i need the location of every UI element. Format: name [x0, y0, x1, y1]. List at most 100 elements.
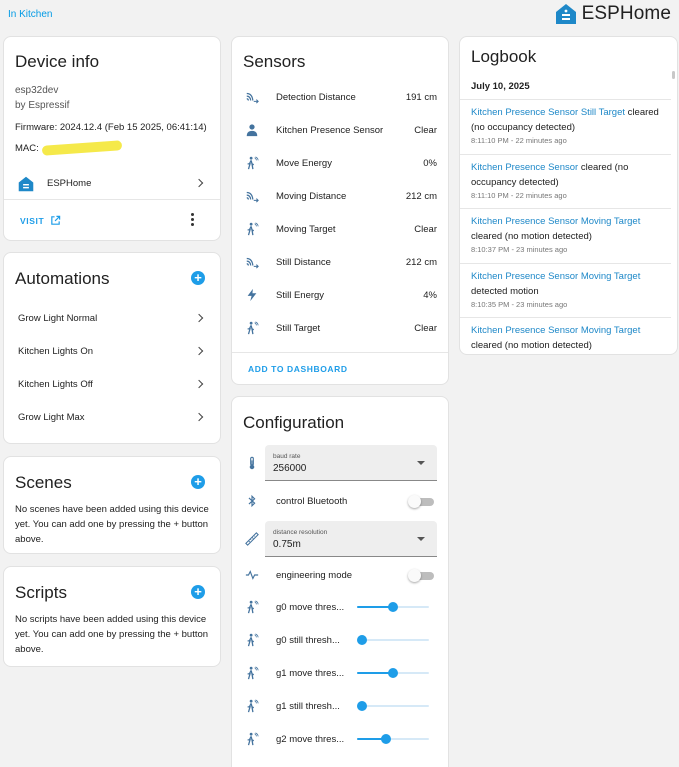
sensor-name: Still Distance: [276, 257, 331, 268]
engineering-mode-toggle[interactable]: [408, 569, 434, 582]
walking-motion-icon: [247, 321, 259, 335]
logbook-time: 8:10:37 PM - 23 minutes ago: [471, 245, 568, 254]
logbook-entity-link[interactable]: Kitchen Presence Sensor Moving Target: [471, 325, 640, 336]
sensor-value: 212 cm: [405, 257, 437, 268]
slider-thumb[interactable]: [380, 734, 391, 744]
distance-resolution-select[interactable]: distance resolution 0.75m: [265, 521, 437, 557]
automation-item[interactable]: Kitchen Lights On: [4, 339, 220, 363]
add-script-button[interactable]: +: [191, 585, 205, 599]
logbook-entry: Kitchen Presence Sensor Still Target cle…: [460, 99, 671, 153]
sensor-row-kitchen-presence[interactable]: Kitchen Presence Sensor Clear: [232, 114, 448, 147]
sensors-title: Sensors: [243, 52, 306, 71]
threshold-slider[interactable]: [357, 633, 429, 647]
threshold-slider[interactable]: [357, 666, 429, 680]
sensor-row-still-distance[interactable]: Still Distance 212 cm: [232, 246, 448, 279]
sensor-value: Clear: [414, 323, 437, 334]
threshold-label: g1 move thres...: [276, 668, 345, 679]
breadcrumb-area-link[interactable]: In Kitchen: [8, 9, 52, 20]
sensor-name: Still Target: [276, 323, 321, 334]
sensor-row-still-target[interactable]: Still Target Clear: [232, 312, 448, 345]
slider-thumb[interactable]: [388, 668, 398, 678]
logbook-entry: Kitchen Presence Sensor Moving Target cl…: [460, 317, 671, 354]
sensor-row-moving-distance[interactable]: Moving Distance 212 cm: [232, 180, 448, 213]
automation-item[interactable]: Grow Light Normal: [4, 306, 220, 330]
logbook-message: Kitchen Presence Sensor cleared (no occu…: [471, 161, 663, 201]
select-value: 0.75m: [273, 539, 301, 550]
walking-motion-icon: [247, 156, 259, 170]
threshold-slider[interactable]: [357, 732, 429, 746]
signal-distance-icon: [246, 191, 259, 203]
walking-motion-icon: [247, 222, 259, 236]
logbook-entry: Kitchen Presence Sensor Moving Target cl…: [460, 208, 671, 262]
logbook-message: Kitchen Presence Sensor Moving Target de…: [471, 270, 663, 310]
add-automation-button[interactable]: +: [191, 271, 205, 285]
sensor-name: Moving Distance: [276, 191, 347, 202]
sensor-name: Still Energy: [276, 290, 325, 301]
configuration-title: Configuration: [243, 413, 345, 432]
scenes-card: Scenes + No scenes have been added using…: [3, 456, 221, 554]
bluetooth-icon: [248, 494, 256, 508]
add-to-dashboard-button[interactable]: ADD TO DASHBOARD: [248, 364, 348, 374]
chevron-right-icon: [194, 178, 204, 188]
sensor-row-moving-target[interactable]: Moving Target Clear: [232, 213, 448, 246]
logbook-time: 8:10:35 PM - 23 minutes ago: [471, 300, 568, 309]
automation-item[interactable]: Kitchen Lights Off: [4, 372, 220, 396]
logbook-entity-link[interactable]: Kitchen Presence Sensor Moving Target: [471, 216, 640, 227]
pulse-icon: [245, 570, 259, 580]
walking-motion-icon: [245, 732, 259, 746]
esphome-house-icon: [555, 4, 576, 24]
threshold-label: g1 still thresh...: [276, 701, 340, 712]
logbook-time: 8:11:10 PM - 22 minutes ago: [471, 136, 567, 145]
device-firmware: Firmware: 2024.12.4 (Feb 15 2025, 06:41:…: [15, 122, 207, 133]
logbook-message: Kitchen Presence Sensor Still Target cle…: [471, 106, 663, 146]
bluetooth-toggle[interactable]: [408, 495, 434, 508]
sensor-value: Clear: [414, 224, 437, 235]
baud-rate-select[interactable]: baud rate 256000: [265, 445, 437, 481]
logbook-entity-link[interactable]: Kitchen Presence Sensor Moving Target: [471, 271, 640, 282]
top-bar: In Kitchen ESPHome: [0, 0, 679, 32]
scripts-card: Scripts + No scripts have been added usi…: [3, 566, 221, 667]
sensor-value: 212 cm: [405, 191, 437, 202]
sensor-row-detection-distance[interactable]: Detection Distance 191 cm: [232, 81, 448, 114]
scenes-title: Scenes: [15, 473, 72, 492]
integration-row[interactable]: ESPHome: [4, 172, 220, 196]
slider-thumb[interactable]: [388, 602, 398, 612]
sensor-name: Kitchen Presence Sensor: [276, 125, 384, 136]
logbook-scrollbar[interactable]: [672, 71, 675, 79]
scenes-empty-text: No scenes have been added using this dev…: [15, 504, 209, 545]
threshold-slider[interactable]: [357, 699, 429, 713]
scripts-title: Scripts: [15, 583, 67, 602]
sensor-value: 191 cm: [405, 92, 437, 103]
slider-thumb[interactable]: [357, 701, 367, 711]
chevron-right-icon: [194, 313, 204, 323]
device-mac-label: MAC:: [15, 143, 39, 154]
automation-item[interactable]: Grow Light Max: [4, 405, 220, 429]
logbook-entity-link[interactable]: Kitchen Presence Sensor: [471, 162, 578, 173]
threshold-slider[interactable]: [357, 600, 429, 614]
signal-distance-icon: [246, 257, 259, 269]
device-manufacturer: by Espressif: [15, 100, 70, 111]
slider-track: [357, 705, 429, 707]
select-label: distance resolution: [273, 529, 328, 536]
logbook-entity-link[interactable]: Kitchen Presence Sensor Still Target: [471, 107, 625, 118]
logbook-title: Logbook: [471, 47, 537, 66]
signal-distance-icon: [246, 92, 259, 104]
walking-motion-icon: [245, 600, 259, 614]
sensors-card: Sensors Detection Distance 191 cm Kitche…: [231, 36, 449, 385]
walking-motion-icon: [245, 633, 259, 647]
configuration-card: Configuration baud rate 256000 control B…: [231, 396, 449, 767]
sensor-value: 0%: [423, 158, 437, 169]
walking-motion-icon: [245, 666, 259, 680]
select-value: 256000: [273, 463, 307, 474]
chevron-right-icon: [194, 412, 204, 422]
logbook-date: July 10, 2025: [471, 81, 530, 92]
more-options-icon[interactable]: [190, 213, 194, 227]
logbook-action: detected motion: [471, 285, 539, 297]
visit-link[interactable]: VISIT: [20, 215, 61, 226]
sensor-row-move-energy[interactable]: Move Energy 0%: [232, 147, 448, 180]
logbook-entry: Kitchen Presence Sensor Moving Target de…: [460, 263, 671, 317]
add-scene-button[interactable]: +: [191, 475, 205, 489]
brand-logo: ESPHome: [555, 3, 671, 25]
sensor-row-still-energy[interactable]: Still Energy 4%: [232, 279, 448, 312]
slider-thumb[interactable]: [357, 635, 367, 645]
